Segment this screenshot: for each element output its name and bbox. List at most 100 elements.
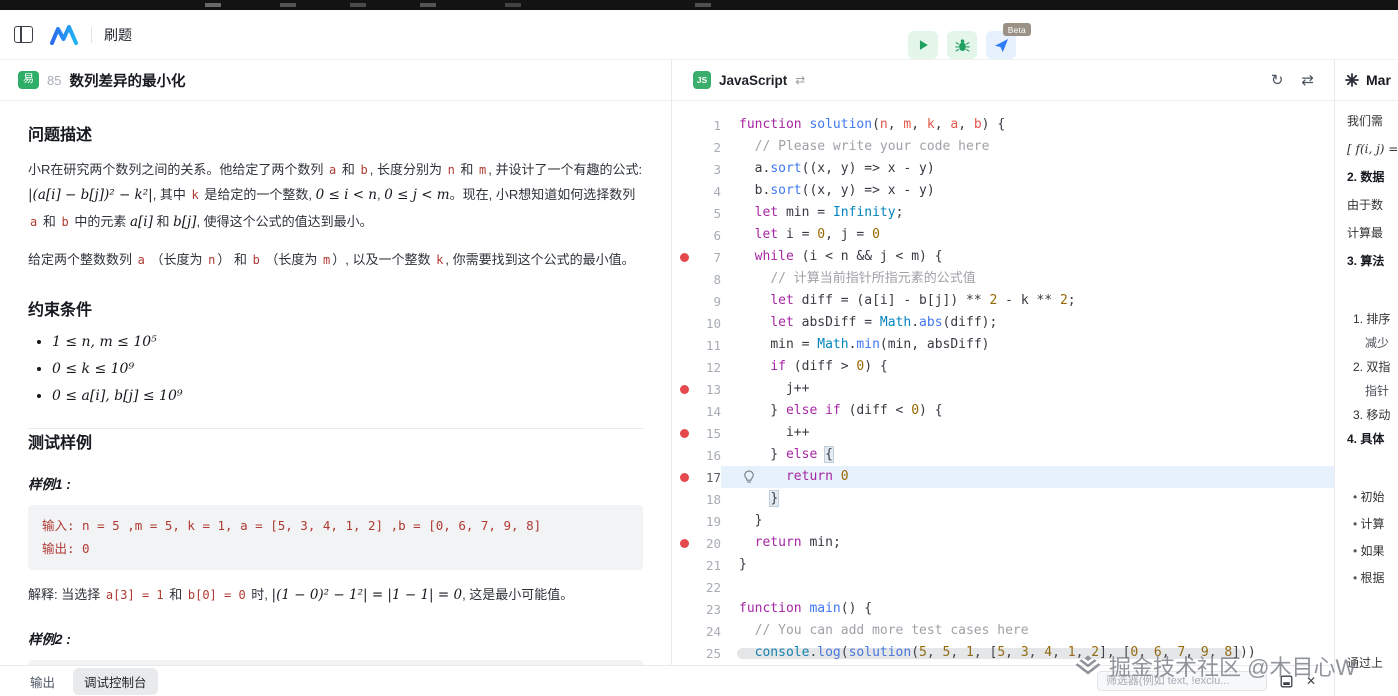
line-number[interactable]: 9: [695, 294, 721, 309]
code-line[interactable]: 3 a.sort((x, y) => x - y): [673, 158, 1334, 180]
breakpoint-gutter[interactable]: [673, 246, 695, 268]
breakpoint-gutter[interactable]: [673, 378, 695, 400]
breakpoint-gutter[interactable]: [673, 422, 695, 444]
breakpoint-dot[interactable]: [680, 253, 689, 262]
breakpoint-gutter[interactable]: [673, 510, 695, 532]
close-panel-icon[interactable]: ✕: [1306, 674, 1316, 688]
line-number[interactable]: 14: [695, 404, 721, 419]
line-number[interactable]: 11: [695, 338, 721, 353]
code-text[interactable]: // 计算当前指针所指元素的公式值: [721, 268, 1334, 290]
code-text[interactable]: while (i < n && j < m) {: [721, 246, 1334, 268]
code-line[interactable]: 7 while (i < n && j < m) {: [673, 246, 1334, 268]
language-switch-icon[interactable]: ⇄: [795, 73, 805, 87]
code-text[interactable]: }: [721, 488, 1334, 510]
line-number[interactable]: 1: [695, 118, 721, 133]
breakpoint-gutter[interactable]: [673, 180, 695, 202]
line-number[interactable]: 19: [695, 514, 721, 529]
code-line[interactable]: 5 let min = Infinity;: [673, 202, 1334, 224]
line-number[interactable]: 7: [695, 250, 721, 265]
breakpoint-dot[interactable]: [680, 539, 689, 548]
line-number[interactable]: 23: [695, 602, 721, 617]
breakpoint-gutter[interactable]: [673, 642, 695, 664]
code-text[interactable]: }: [721, 554, 1334, 576]
horizontal-scrollbar[interactable]: [737, 648, 1242, 659]
code-text[interactable]: b.sort((x, y) => x - y): [721, 180, 1334, 202]
line-number[interactable]: 20: [695, 536, 721, 551]
marscode-logo[interactable]: [49, 24, 79, 46]
line-number[interactable]: 22: [695, 580, 721, 595]
code-line[interactable]: 2 // Please write your code here: [673, 136, 1334, 158]
code-text[interactable]: function solution(n, m, k, a, b) {: [721, 114, 1334, 136]
line-number[interactable]: 4: [695, 184, 721, 199]
breakpoint-gutter[interactable]: [673, 488, 695, 510]
code-line[interactable]: 21}: [673, 554, 1334, 576]
tab-output[interactable]: 输出: [30, 672, 55, 691]
code-text[interactable]: [721, 576, 1334, 598]
run-button[interactable]: [908, 31, 938, 59]
code-line[interactable]: 23function main() {: [673, 598, 1334, 620]
breakpoint-gutter[interactable]: [673, 576, 695, 598]
breakpoint-gutter[interactable]: [673, 334, 695, 356]
code-line[interactable]: 1function solution(n, m, k, a, b) {: [673, 114, 1334, 136]
code-text[interactable]: a.sort((x, y) => x - y): [721, 158, 1334, 180]
code-text[interactable]: // Please write your code here: [721, 136, 1334, 158]
breakpoint-gutter[interactable]: [673, 356, 695, 378]
code-text[interactable]: return 0: [721, 466, 1334, 488]
code-line[interactable]: 22: [673, 576, 1334, 598]
breakpoint-gutter[interactable]: [673, 136, 695, 158]
sidebar-toggle-icon[interactable]: [14, 26, 33, 43]
breakpoint-gutter[interactable]: [673, 444, 695, 466]
code-text[interactable]: return min;: [721, 532, 1334, 554]
code-line[interactable]: 11 min = Math.min(min, absDiff): [673, 334, 1334, 356]
code-line[interactable]: 14 } else if (diff < 0) {: [673, 400, 1334, 422]
line-number[interactable]: 10: [695, 316, 721, 331]
breakpoint-dot[interactable]: [680, 473, 689, 482]
code-line[interactable]: 4 b.sort((x, y) => x - y): [673, 180, 1334, 202]
reset-code-icon[interactable]: ↻: [1271, 73, 1284, 88]
breakpoint-gutter[interactable]: [673, 400, 695, 422]
code-line[interactable]: 13 j++: [673, 378, 1334, 400]
dock-panel-icon[interactable]: [1280, 675, 1293, 688]
code-line[interactable]: 9 let diff = (a[i] - b[j]) ** 2 - k ** 2…: [673, 290, 1334, 312]
code-text[interactable]: min = Math.min(min, absDiff): [721, 334, 1334, 356]
code-text[interactable]: function main() {: [721, 598, 1334, 620]
code-line[interactable]: 17 return 0: [673, 466, 1334, 488]
breakpoint-gutter[interactable]: [673, 114, 695, 136]
line-number[interactable]: 18: [695, 492, 721, 507]
breakpoint-gutter[interactable]: [673, 312, 695, 334]
code-text[interactable]: let i = 0, j = 0: [721, 224, 1334, 246]
code-line[interactable]: 8 // 计算当前指针所指元素的公式值: [673, 268, 1334, 290]
line-number[interactable]: 16: [695, 448, 721, 463]
code-text[interactable]: let min = Infinity;: [721, 202, 1334, 224]
code-text[interactable]: j++: [721, 378, 1334, 400]
language-selector[interactable]: JavaScript: [719, 73, 787, 88]
code-line[interactable]: 18 }: [673, 488, 1334, 510]
line-number[interactable]: 25: [695, 646, 721, 661]
code-line[interactable]: 24 // You can add more test cases here: [673, 620, 1334, 642]
breakpoint-gutter[interactable]: [673, 202, 695, 224]
breakpoint-gutter[interactable]: [673, 532, 695, 554]
breakpoint-gutter[interactable]: [673, 158, 695, 180]
code-line[interactable]: 19 }: [673, 510, 1334, 532]
code-line[interactable]: 15 i++: [673, 422, 1334, 444]
tab-debug-console[interactable]: 调试控制台: [73, 668, 158, 695]
line-number[interactable]: 5: [695, 206, 721, 221]
line-number[interactable]: 6: [695, 228, 721, 243]
breakpoint-dot[interactable]: [680, 429, 689, 438]
code-text[interactable]: if (diff > 0) {: [721, 356, 1334, 378]
code-text[interactable]: i++: [721, 422, 1334, 444]
breakpoint-gutter[interactable]: [673, 598, 695, 620]
line-number[interactable]: 17: [695, 470, 721, 485]
code-line[interactable]: 10 let absDiff = Math.abs(diff);: [673, 312, 1334, 334]
line-number[interactable]: 12: [695, 360, 721, 375]
code-text[interactable]: let absDiff = Math.abs(diff);: [721, 312, 1334, 334]
breakpoint-gutter[interactable]: [673, 268, 695, 290]
code-lines[interactable]: 1function solution(n, m, k, a, b) {2 // …: [673, 102, 1334, 665]
line-number[interactable]: 8: [695, 272, 721, 287]
breakpoint-gutter[interactable]: [673, 620, 695, 642]
code-line[interactable]: 6 let i = 0, j = 0: [673, 224, 1334, 246]
breakpoint-gutter[interactable]: [673, 290, 695, 312]
line-number[interactable]: 21: [695, 558, 721, 573]
code-text[interactable]: let diff = (a[i] - b[j]) ** 2 - k ** 2;: [721, 290, 1334, 312]
debug-button[interactable]: [947, 31, 977, 59]
